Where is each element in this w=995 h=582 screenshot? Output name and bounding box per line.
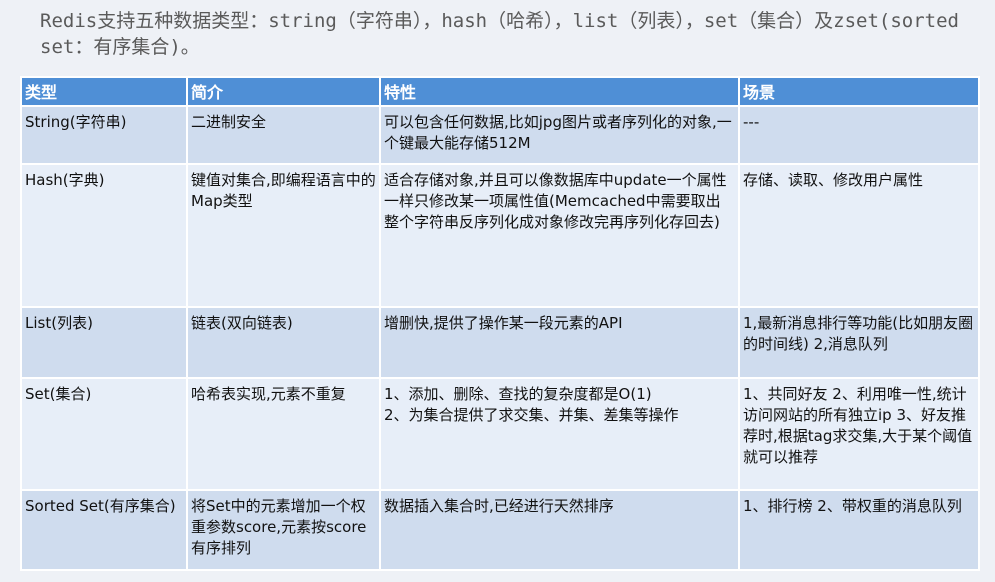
cell-feature: 增删快,提供了操作某一段元素的API bbox=[379, 306, 740, 379]
cell-type: Hash(字典) bbox=[20, 163, 188, 308]
header-feature: 特性 bbox=[379, 76, 740, 107]
cell-feature: 数据插入集合时,已经进行天然排序 bbox=[379, 489, 740, 571]
cell-scene: 存储、读取、修改用户属性 bbox=[738, 163, 980, 308]
cell-intro: 将Set中的元素增加一个权重参数score,元素按score有序排列 bbox=[186, 489, 381, 571]
cell-scene: 1,最新消息排行等功能(比如朋友圈的时间线) 2,消息队列 bbox=[738, 306, 980, 379]
header-scene: 场景 bbox=[738, 76, 980, 107]
cell-scene: --- bbox=[738, 105, 980, 165]
table-row: Hash(字典) 键值对集合,即编程语言中的Map类型 适合存储对象,并且可以像… bbox=[20, 163, 980, 308]
cell-feature: 适合存储对象,并且可以像数据库中update一个属性一样只修改某一项属性值(Me… bbox=[379, 163, 740, 308]
cell-type: List(列表) bbox=[20, 306, 188, 379]
table-header-row: 类型 简介 特性 场景 bbox=[20, 76, 980, 107]
table-row: Sorted Set(有序集合) 将Set中的元素增加一个权重参数score,元… bbox=[20, 489, 980, 571]
cell-intro: 链表(双向链表) bbox=[186, 306, 381, 379]
cell-scene: 1、共同好友 2、利用唯一性,统计访问网站的所有独立ip 3、好友推荐时,根据t… bbox=[738, 377, 980, 491]
cell-feature: 1、添加、删除、查找的复杂度都是O(1) 2、为集合提供了求交集、并集、差集等操… bbox=[379, 377, 740, 491]
cell-type: Sorted Set(有序集合) bbox=[20, 489, 188, 571]
cell-type: String(字符串) bbox=[20, 105, 188, 165]
redis-types-table: 类型 简介 特性 场景 String(字符串) 二进制安全 可以包含任何数据,比… bbox=[20, 76, 980, 571]
cell-feature: 可以包含任何数据,比如jpg图片或者序列化的对象,一个键最大能存储512M bbox=[379, 105, 740, 165]
cell-intro: 键值对集合,即编程语言中的Map类型 bbox=[186, 163, 381, 308]
cell-intro: 二进制安全 bbox=[186, 105, 381, 165]
table-row: List(列表) 链表(双向链表) 增删快,提供了操作某一段元素的API 1,最… bbox=[20, 306, 980, 379]
header-type: 类型 bbox=[20, 76, 188, 107]
table-row: String(字符串) 二进制安全 可以包含任何数据,比如jpg图片或者序列化的… bbox=[20, 105, 980, 165]
feature-line: 1、添加、删除、查找的复杂度都是O(1) bbox=[384, 385, 652, 403]
feature-line: 2、为集合提供了求交集、并集、差集等操作 bbox=[384, 406, 679, 424]
header-intro: 简介 bbox=[186, 76, 381, 107]
cell-scene: 1、排行榜 2、带权重的消息队列 bbox=[738, 489, 980, 571]
table-row: Set(集合) 哈希表实现,元素不重复 1、添加、删除、查找的复杂度都是O(1)… bbox=[20, 377, 980, 491]
intro-text: Redis支持五种数据类型：string（字符串），hash（哈希），list（… bbox=[40, 10, 959, 58]
cell-intro: 哈希表实现,元素不重复 bbox=[186, 377, 381, 491]
cell-type: Set(集合) bbox=[20, 377, 188, 491]
